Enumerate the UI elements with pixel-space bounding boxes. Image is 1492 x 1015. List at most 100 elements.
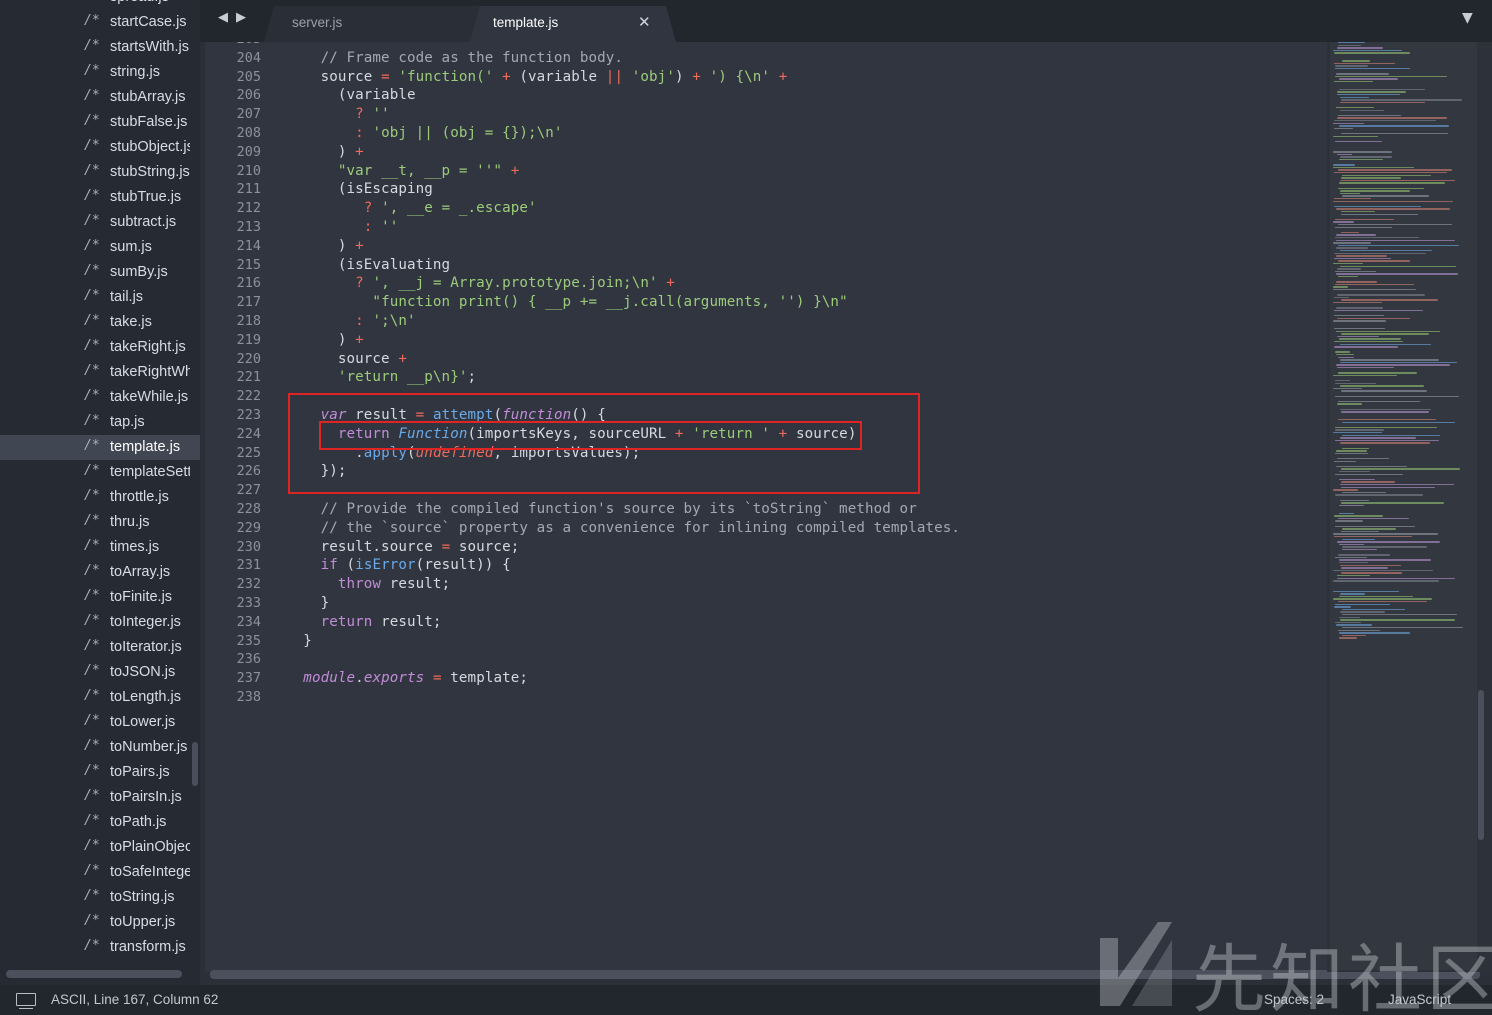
sidebar-file-item[interactable]: /* toArray.js: [0, 560, 200, 585]
tab-prev-icon[interactable]: ◀: [218, 10, 228, 25]
sidebar-file-item[interactable]: /* toSafeInteger.js: [0, 860, 200, 885]
code-line[interactable]: ? ', __e = _.escape': [286, 199, 1326, 218]
code-token: apply: [363, 444, 407, 461]
code-line[interactable]: (isEscaping: [286, 180, 1326, 199]
code-line[interactable]: [286, 387, 1326, 406]
sidebar-file-item[interactable]: /* toFinite.js: [0, 585, 200, 610]
code-line[interactable]: return result;: [286, 613, 1326, 632]
file-type-icon: /*: [84, 238, 100, 253]
sidebar-file-item[interactable]: /* takeWhile.js: [0, 385, 200, 410]
file-name: stubTrue.js: [110, 189, 182, 205]
sidebar-file-item[interactable]: /* stubTrue.js: [0, 185, 200, 210]
code-line[interactable]: (isEvaluating: [286, 256, 1326, 275]
code-line[interactable]: "var __t, __p = ''" +: [286, 162, 1326, 181]
code-line[interactable]: module.exports = template;: [286, 669, 1326, 688]
code-line[interactable]: }: [286, 632, 1326, 651]
sidebar-file-item[interactable]: /* startsWith.js: [0, 35, 200, 60]
minimap-viewport[interactable]: [1330, 42, 1478, 970]
sidebar-file-item[interactable]: /* toJSON.js: [0, 660, 200, 685]
code-line[interactable]: : ';\n': [286, 312, 1326, 331]
code-line[interactable]: [286, 688, 1326, 707]
sidebar-file-item[interactable]: /* templateSettings.js: [0, 460, 200, 485]
panel-toggle-icon[interactable]: [16, 993, 36, 1009]
code-line[interactable]: ? '': [286, 105, 1326, 124]
sidebar-file-item[interactable]: /* thru.js: [0, 510, 200, 535]
sidebar-file-item[interactable]: /* toUpper.js: [0, 910, 200, 935]
sidebar-file-item[interactable]: /* subtract.js: [0, 210, 200, 235]
sidebar-file-item[interactable]: /* stubFalse.js: [0, 110, 200, 135]
sidebar-file-item[interactable]: /* spread.js: [0, 0, 200, 10]
sidebar-file-item[interactable]: /* take.js: [0, 310, 200, 335]
code-line[interactable]: if (isError(result)) {: [286, 556, 1326, 575]
code-line[interactable]: source +: [286, 350, 1326, 369]
sidebar-file-item[interactable]: /* toPairsIn.js: [0, 785, 200, 810]
code-line[interactable]: return Function(importsKeys, sourceURL +…: [286, 425, 1326, 444]
file-name: startsWith.js: [110, 39, 189, 55]
sidebar-file-item[interactable]: /* toPlainObject.js: [0, 835, 200, 860]
sidebar-file-item[interactable]: /* sumBy.js: [0, 260, 200, 285]
sidebar-file-item[interactable]: /* times.js: [0, 535, 200, 560]
code-content[interactable]: // Frame code as the function body. sour…: [286, 42, 1326, 707]
code-line[interactable]: "function print() { __p += __j.call(argu…: [286, 293, 1326, 312]
code-line[interactable]: 'return __p\n}';: [286, 368, 1326, 387]
sidebar-file-item[interactable]: /* startCase.js: [0, 10, 200, 35]
code-line[interactable]: [286, 42, 1326, 49]
sidebar-horizontal-scrollbar[interactable]: [6, 970, 182, 978]
sidebar-file-item[interactable]: /* takeRight.js: [0, 335, 200, 360]
code-line[interactable]: result.source = source;: [286, 538, 1326, 557]
sidebar-file-item[interactable]: /* toLength.js: [0, 685, 200, 710]
sidebar-file-item[interactable]: /* tail.js: [0, 285, 200, 310]
sidebar-file-item[interactable]: /* toPath.js: [0, 810, 200, 835]
sidebar-file-item[interactable]: /* tap.js: [0, 410, 200, 435]
sidebar-file-item[interactable]: /* toInteger.js: [0, 610, 200, 635]
code-line[interactable]: throw result;: [286, 575, 1326, 594]
code-line[interactable]: ) +: [286, 143, 1326, 162]
sidebar-file-item[interactable]: /* transform.js: [0, 935, 200, 960]
sidebar-file-item[interactable]: /* toPairs.js: [0, 760, 200, 785]
file-name: toPlainObject.js: [110, 839, 190, 855]
code-line[interactable]: : 'obj || (obj = {});\n': [286, 124, 1326, 143]
code-line[interactable]: // the `source` property as a convenienc…: [286, 519, 1326, 538]
code-line[interactable]: }: [286, 594, 1326, 613]
code-line[interactable]: ? ', __j = Array.prototype.join;\n' +: [286, 274, 1326, 293]
code-line[interactable]: .apply(undefined, importsValues);: [286, 444, 1326, 463]
sidebar-file-item[interactable]: /* throttle.js: [0, 485, 200, 510]
chevron-down-icon[interactable]: ▼: [1462, 10, 1473, 26]
sidebar-file-item[interactable]: /* toLower.js: [0, 710, 200, 735]
code-editor[interactable]: 2032042052062072082092102112122132142152…: [205, 42, 1327, 972]
code-line[interactable]: [286, 481, 1326, 500]
code-line[interactable]: (variable: [286, 86, 1326, 105]
file-name: stubFalse.js: [110, 114, 188, 130]
sidebar-file-item[interactable]: /* toIterator.js: [0, 635, 200, 660]
status-syntax[interactable]: JavaScript: [1388, 992, 1451, 1007]
code-line[interactable]: source = 'function(' + (variable || 'obj…: [286, 68, 1326, 87]
close-icon[interactable]: ✕: [638, 13, 651, 31]
editor-horizontal-scrollbar[interactable]: [210, 970, 1480, 979]
sidebar-file-item[interactable]: /* stubObject.js: [0, 135, 200, 160]
code-line[interactable]: var result = attempt(function() {: [286, 406, 1326, 425]
code-token: module: [303, 670, 356, 687]
tab-template-js[interactable]: template.js ✕: [470, 6, 680, 42]
sidebar-vertical-scrollbar[interactable]: [192, 742, 198, 786]
sidebar-file-item[interactable]: /* stubString.js: [0, 160, 200, 185]
code-line[interactable]: // Frame code as the function body.: [286, 49, 1326, 68]
sidebar-file-item[interactable]: /* string.js: [0, 60, 200, 85]
status-indentation[interactable]: Spaces: 2: [1264, 992, 1324, 1007]
sidebar-file-item[interactable]: /* sum.js: [0, 235, 200, 260]
sidebar-file-item[interactable]: /* stubArray.js: [0, 85, 200, 110]
editor-vertical-scrollbar[interactable]: [1478, 690, 1484, 840]
tab-next-icon[interactable]: ▶: [236, 10, 246, 25]
sidebar-file-item[interactable]: /* template.js: [0, 435, 200, 460]
line-number: 208: [236, 124, 261, 141]
code-line[interactable]: : '': [286, 218, 1326, 237]
code-line[interactable]: ) +: [286, 331, 1326, 350]
sidebar-file-item[interactable]: /* toNumber.js: [0, 735, 200, 760]
code-line[interactable]: [286, 650, 1326, 669]
sidebar-file-item[interactable]: /* takeRightWhile.js: [0, 360, 200, 385]
code-line[interactable]: });: [286, 462, 1326, 481]
code-line[interactable]: ) +: [286, 237, 1326, 256]
code-line[interactable]: // Provide the compiled function's sourc…: [286, 500, 1326, 519]
sidebar-file-item[interactable]: /* toString.js: [0, 885, 200, 910]
